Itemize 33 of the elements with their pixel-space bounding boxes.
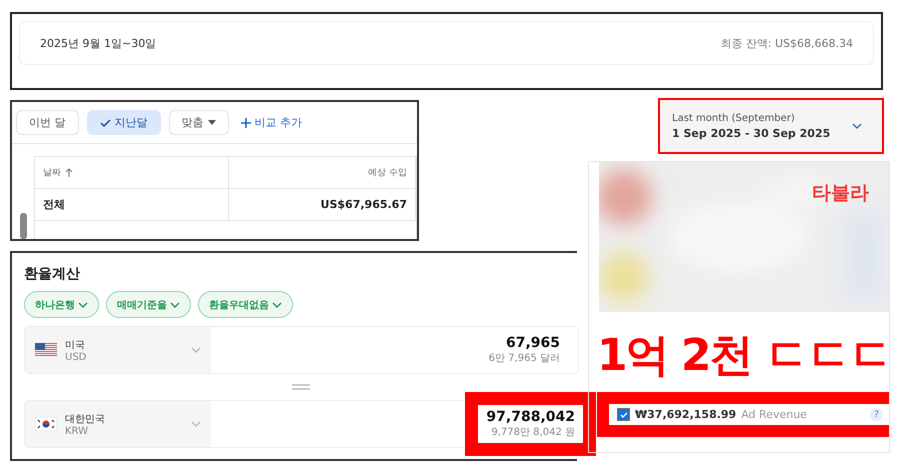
scrollbar-thumb[interactable] xyxy=(20,213,26,239)
picker-range: 1 Sep 2025 - 30 Sep 2025 xyxy=(672,126,830,140)
help-icon[interactable]: ? xyxy=(870,408,883,421)
table-cell: US$67,965.67 xyxy=(229,189,416,221)
column-header[interactable]: 예상 수입 xyxy=(229,157,416,189)
check-icon xyxy=(100,118,110,126)
column-header[interactable]: 날짜 xyxy=(35,157,229,189)
chevron-down-icon xyxy=(272,302,282,308)
chevron-down-icon xyxy=(852,123,862,129)
plus-icon xyxy=(240,118,250,128)
chevron-down-icon xyxy=(78,302,88,308)
custom-dropdown[interactable]: 맞춤 xyxy=(168,110,228,135)
equals-icon xyxy=(292,384,310,390)
checkbox[interactable] xyxy=(617,408,630,421)
check-icon xyxy=(620,412,628,418)
sort-up-icon xyxy=(65,168,73,177)
filter-dropdown[interactable]: 하나은행 xyxy=(24,291,99,318)
calculator-title: 환율계산 xyxy=(24,265,81,283)
filter-dropdown[interactable]: 매매기준율 xyxy=(106,291,191,318)
network-name: 타불라 xyxy=(812,181,869,206)
final-balance: 최종 잔액: US$68,668.34 xyxy=(720,36,853,50)
date-range-picker[interactable]: Last month (September) 1 Sep 2025 - 30 Sep 2025 xyxy=(658,98,884,154)
add-compare-link[interactable]: 비교 추가 xyxy=(236,115,306,130)
revenue-label: Ad Revenue xyxy=(741,408,808,421)
chevron-down-icon xyxy=(170,302,180,308)
picker-label: Last month (September) xyxy=(672,112,795,124)
preset-chip[interactable]: 이번 달 xyxy=(16,110,78,135)
preset-chip[interactable]: 지난달 xyxy=(86,110,160,135)
date-range: 2025년 9월 1일~30일 xyxy=(40,36,156,50)
caret-icon xyxy=(208,120,216,125)
revenue-amount: ₩37,692,158.99 xyxy=(635,408,736,421)
table-cell: 전체 xyxy=(35,189,229,221)
filter-dropdown[interactable]: 환율우대없음 xyxy=(198,291,293,318)
